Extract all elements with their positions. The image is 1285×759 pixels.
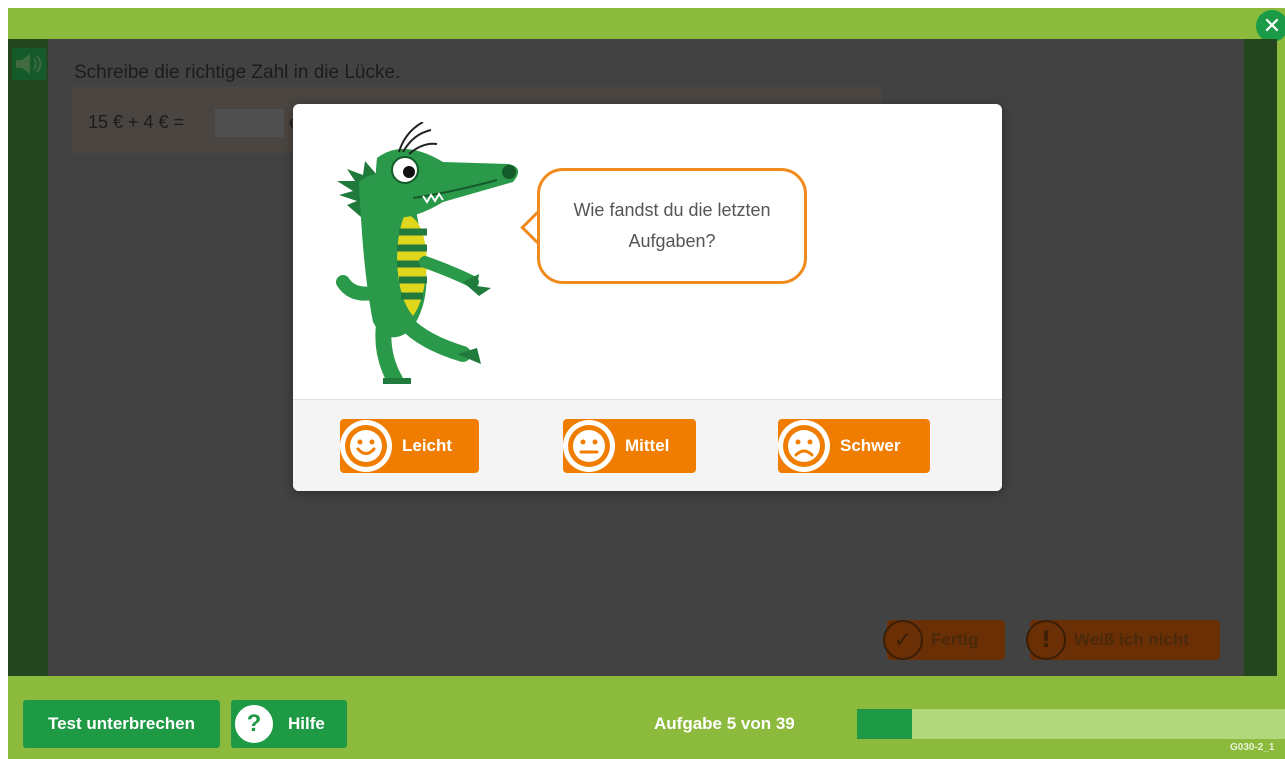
rating-medium-button[interactable]: Mittel	[563, 419, 696, 473]
speech-bubble: Wie fandst du die letzten Aufgaben?	[537, 168, 807, 284]
close-button[interactable]: ✕	[1256, 10, 1285, 42]
rating-hard-button[interactable]: Schwer	[778, 419, 930, 473]
task-instruction: Schreibe die richtige Zahl in die Lücke.	[74, 62, 401, 83]
help-button-label: Hilfe	[288, 714, 325, 733]
right-sidebar	[1244, 39, 1277, 676]
dialog-footer: Leicht Mittel Schwer	[293, 399, 1002, 491]
close-icon: ✕	[1262, 13, 1282, 39]
done-button[interactable]: ✓ Fertig	[883, 620, 1005, 660]
audio-button[interactable]	[12, 48, 46, 80]
rating-medium-label: Mittel	[625, 436, 670, 455]
done-button-label: Fertig	[931, 630, 979, 649]
pause-test-button[interactable]: Test unterbrechen	[23, 700, 220, 748]
progress-bar	[857, 709, 1285, 739]
task-code: G030-2_1	[1230, 742, 1275, 753]
dont-know-button-label: Weiß ich nicht	[1074, 630, 1189, 649]
feedback-dialog: Wie fandst du die letzten Aufgaben? Leic…	[293, 104, 1002, 491]
left-sidebar	[8, 39, 48, 676]
sad-face-icon	[778, 420, 830, 472]
rating-hard-label: Schwer	[840, 436, 901, 455]
dialog-question: Wie fandst du die letzten Aufgaben?	[573, 200, 771, 251]
check-icon: ✓	[883, 620, 923, 660]
rating-easy-button[interactable]: Leicht	[340, 419, 479, 473]
dont-know-button[interactable]: ! Weiß ich nicht	[1026, 620, 1220, 660]
exclamation-icon: !	[1026, 620, 1066, 660]
rating-easy-label: Leicht	[402, 436, 453, 455]
pause-test-label: Test unterbrechen	[47, 714, 196, 733]
help-button[interactable]: ? Hilfe	[231, 700, 347, 748]
progress-text: Aufgabe 5 von 39	[654, 714, 795, 733]
question-icon: ?	[232, 702, 276, 746]
progress-fill	[857, 709, 912, 739]
happy-face-icon	[340, 420, 392, 472]
equation-text: 15 € + 4 € =	[88, 112, 185, 132]
neutral-face-icon	[563, 420, 615, 472]
speaker-icon	[16, 54, 42, 74]
answer-input[interactable]	[215, 109, 284, 137]
crocodile-mascot	[336, 122, 519, 384]
